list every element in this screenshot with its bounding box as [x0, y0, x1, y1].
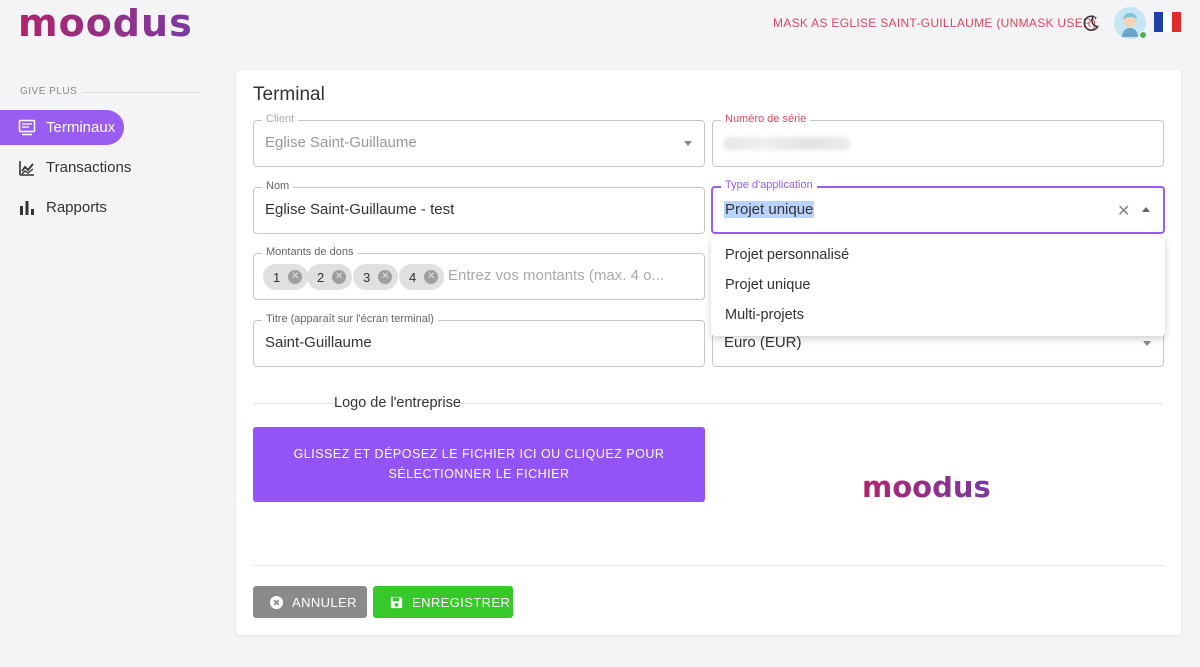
sidebar-item-label: Terminaux: [46, 119, 116, 136]
amount-chip[interactable]: 3 ✕: [353, 264, 399, 290]
name-field[interactable]: Nom Eglise Saint-Guillaume - test: [253, 180, 705, 234]
client-select: Client Eglise Saint-Guillaume: [253, 113, 705, 167]
amount-chip[interactable]: 2 ✕: [307, 264, 353, 290]
chip-remove-icon[interactable]: ✕: [332, 270, 347, 284]
chevron-down-icon: [684, 141, 692, 146]
sidebar-item-rapports[interactable]: Rapports: [0, 190, 107, 225]
screen-title-field[interactable]: Titre (apparaît sur l'écran terminal) Sa…: [253, 313, 705, 367]
client-value: Eglise Saint-Guillaume: [265, 134, 417, 151]
dropdown-option-personnalise[interactable]: Projet personnalisé: [725, 247, 849, 263]
logo-preview: moodus: [862, 476, 991, 500]
app-type-dropdown: Projet personnalisé Projet unique Multi-…: [711, 237, 1165, 336]
serial-value-blurred: [724, 137, 850, 150]
app-type-label: Type d'application: [721, 179, 817, 191]
cancel-label: ANNULER: [292, 594, 357, 610]
save-button[interactable]: ENREGISTRER: [373, 586, 513, 618]
mask-user-link[interactable]: MASK AS EGLISE SAINT-GUILLAUME (UNMASK U…: [773, 16, 1096, 30]
bar-chart-icon: [20, 200, 34, 215]
chart-line-icon: [19, 160, 34, 176]
upload-text-line2: SÉLECTIONNER LE FICHIER: [388, 467, 570, 481]
sidebar-section-label: GIVE PLUS: [20, 86, 78, 97]
amount-chip[interactable]: 4 ✕: [399, 264, 445, 290]
moodus-logo[interactable]: moodus: [18, 8, 204, 42]
logo-section-label: Logo de l'entreprise: [334, 395, 461, 411]
dropdown-option-unique[interactable]: Projet unique: [725, 277, 810, 293]
upload-text-line1: GLISSEZ ET DÉPOSEZ LE FICHIER ICI OU CLI…: [293, 447, 665, 461]
client-label: Client: [262, 113, 299, 125]
sidebar-divider: [82, 92, 200, 93]
app-type-select[interactable]: Type d'application Projet unique ✕: [711, 179, 1165, 234]
name-label: Nom: [262, 180, 294, 192]
sidebar-item-label: Transactions: [46, 159, 132, 176]
svg-text:moodus: moodus: [862, 476, 991, 500]
save-icon: [390, 596, 403, 608]
currency-value: Euro (EUR): [724, 334, 802, 351]
name-value: Eglise Saint-Guillaume - test: [265, 201, 455, 218]
amounts-placeholder: Entrez vos montants (max. 4 o...: [448, 267, 664, 284]
cancel-circle-icon: [269, 595, 284, 609]
svg-text:moodus: moodus: [18, 8, 193, 42]
moon-icon[interactable]: [1081, 13, 1101, 33]
amounts-label: Montants de dons: [262, 246, 358, 258]
amount-chip[interactable]: 1 ✕: [263, 264, 309, 290]
terminal-icon: [18, 119, 36, 135]
clear-icon[interactable]: ✕: [1117, 201, 1130, 221]
sidebar-item-terminaux[interactable]: Terminaux: [0, 110, 124, 145]
cancel-button[interactable]: ANNULER: [253, 586, 367, 618]
dropdown-option-multi[interactable]: Multi-projets: [725, 307, 804, 323]
chip-remove-icon[interactable]: ✕: [378, 270, 393, 284]
serial-number-field[interactable]: Numéro de série: [712, 113, 1164, 167]
file-upload-dropzone[interactable]: GLISSEZ ET DÉPOSEZ LE FICHIER ICI OU CLI…: [253, 427, 705, 502]
save-label: ENREGISTRER: [412, 594, 511, 610]
page-title: Terminal: [253, 84, 325, 105]
chip-remove-icon[interactable]: ✕: [424, 270, 439, 284]
top-header: moodus MASK AS EGLISE SAINT-GUILLAUME (U…: [0, 0, 1200, 50]
chevron-up-icon[interactable]: [1142, 207, 1150, 212]
chip-remove-icon[interactable]: ✕: [288, 270, 303, 284]
actions-divider: [253, 565, 1164, 566]
screen-title-label: Titre (apparaît sur l'écran terminal): [262, 313, 438, 325]
screen-title-value: Saint-Guillaume: [265, 334, 372, 351]
app-type-value: Projet unique: [724, 201, 815, 218]
sidebar-item-label: Rapports: [46, 199, 107, 216]
donation-amounts-field[interactable]: Montants de dons 1 ✕ 2 ✕ 3 ✕ 4 ✕ Entrez vos …: [253, 246, 705, 300]
serial-label: Numéro de série: [721, 113, 811, 125]
online-status-dot: [1139, 31, 1147, 39]
france-flag-icon[interactable]: [1154, 12, 1181, 32]
sidebar-item-transactions[interactable]: Transactions: [0, 150, 131, 185]
chevron-down-icon: [1143, 341, 1151, 346]
terminal-form-card: Terminal Client Eglise Saint-Guillaume N…: [236, 70, 1181, 635]
